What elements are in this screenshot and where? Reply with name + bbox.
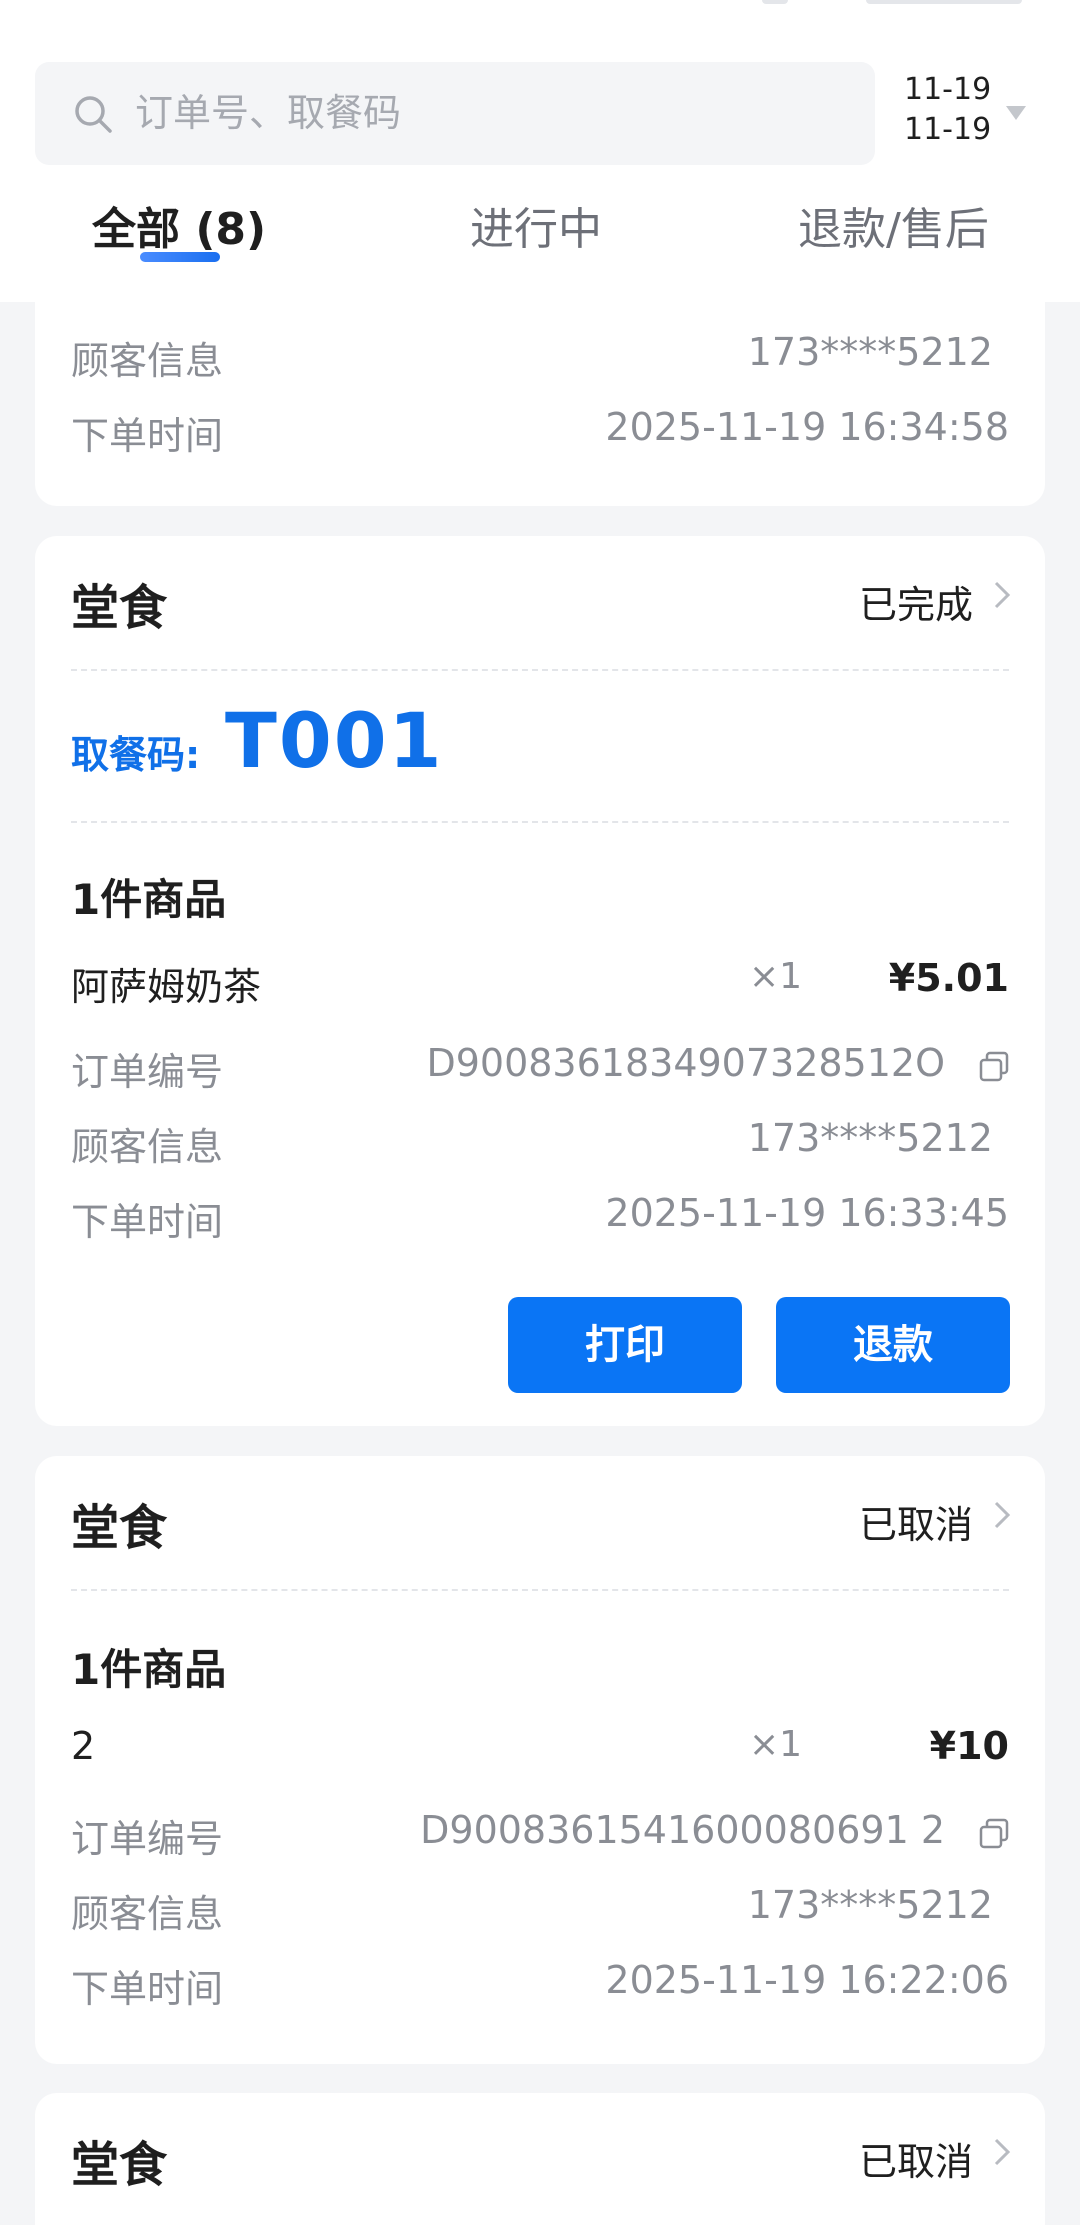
date-range-picker[interactable]: 11-19 11-19 xyxy=(904,70,994,150)
refund-button[interactable]: 退款 xyxy=(776,1297,1010,1393)
chevron-right-icon[interactable] xyxy=(993,1500,1011,1530)
item-price: ¥5.01 xyxy=(888,956,1009,1000)
customer-label: 顾客信息 xyxy=(71,1892,224,1936)
customer-label: 顾客信息 xyxy=(71,1125,224,1169)
order-time-value: 2025-11-19 16:22:06 xyxy=(605,1958,1009,2002)
divider xyxy=(71,1589,1009,1591)
copy-icon[interactable] xyxy=(977,1817,1011,1851)
print-button[interactable]: 打印 xyxy=(508,1297,742,1393)
search-icon xyxy=(75,96,112,133)
order-number-value: D9008361541600080691 2 xyxy=(420,1808,945,1852)
caret-down-icon[interactable] xyxy=(1004,104,1028,122)
order-time-label: 下单时间 xyxy=(71,1967,224,2011)
order-type: 堂食 xyxy=(71,1500,168,1556)
item-name: 2 xyxy=(71,1724,96,1768)
item-count: 1件商品 xyxy=(71,1645,227,1694)
date-end: 11-19 xyxy=(904,112,992,147)
header: 订单号、取餐码 11-19 11-19 全部 (8) 进行中 退款/售后 xyxy=(0,0,1080,302)
order-status: 已完成 xyxy=(858,583,973,627)
order-time-value: 2025-11-19 16:33:45 xyxy=(605,1191,1009,1235)
status-sliver xyxy=(866,0,1022,4)
order-card[interactable]: 堂食 已完成 取餐码: T001 1件商品 阿萨姆奶茶 ×1 ¥5.01 订单编… xyxy=(35,536,1045,1426)
date-start: 11-19 xyxy=(904,72,992,107)
item-name: 阿萨姆奶茶 xyxy=(71,965,262,1009)
order-time-label: 下单时间 xyxy=(71,414,224,458)
search-input[interactable]: 订单号、取餐码 xyxy=(35,62,875,165)
copy-icon[interactable] xyxy=(977,1050,1011,1084)
order-card[interactable]: 堂食 已取消 xyxy=(35,2093,1045,2225)
order-number-label: 订单编号 xyxy=(71,1817,224,1861)
order-card[interactable]: 堂食 已取消 1件商品 2 ×1 ¥10 订单编号 D9008361541600… xyxy=(35,1456,1045,2064)
order-time-value: 2025-11-19 16:34:58 xyxy=(605,405,1009,449)
divider xyxy=(71,669,1009,671)
item-quantity: ×1 xyxy=(749,956,803,997)
item-count: 1件商品 xyxy=(71,875,227,924)
item-quantity: ×1 xyxy=(749,1724,803,1765)
customer-value: 173****5212 xyxy=(747,1883,993,1927)
tab-all[interactable]: 全部 (8) xyxy=(92,195,266,275)
tab-in-progress[interactable]: 进行中 xyxy=(470,195,602,275)
pickup-code-label: 取餐码: xyxy=(71,733,201,777)
customer-label: 顾客信息 xyxy=(71,339,224,383)
customer-value: 173****5212 xyxy=(747,330,993,374)
tab-refund[interactable]: 退款/售后 xyxy=(798,195,989,275)
order-status: 已取消 xyxy=(858,2140,973,2184)
order-status: 已取消 xyxy=(858,1503,973,1547)
chevron-right-icon[interactable] xyxy=(993,2137,1011,2167)
active-tab-indicator xyxy=(140,252,220,262)
order-number-value: D9008361834907328512O xyxy=(426,1041,945,1085)
order-type: 堂食 xyxy=(71,2137,168,2193)
order-time-label: 下单时间 xyxy=(71,1200,224,1244)
order-type: 堂食 xyxy=(71,580,168,636)
order-tabs: 全部 (8) 进行中 退款/售后 xyxy=(0,195,1080,275)
status-sliver xyxy=(762,0,788,4)
search-placeholder: 订单号、取餐码 xyxy=(135,91,402,135)
order-number-label: 订单编号 xyxy=(71,1050,224,1094)
chevron-right-icon[interactable] xyxy=(993,580,1011,610)
item-price: ¥10 xyxy=(929,1724,1009,1768)
pickup-code: T001 xyxy=(225,696,444,785)
customer-value: 173****5212 xyxy=(747,1116,993,1160)
divider xyxy=(71,821,1009,823)
